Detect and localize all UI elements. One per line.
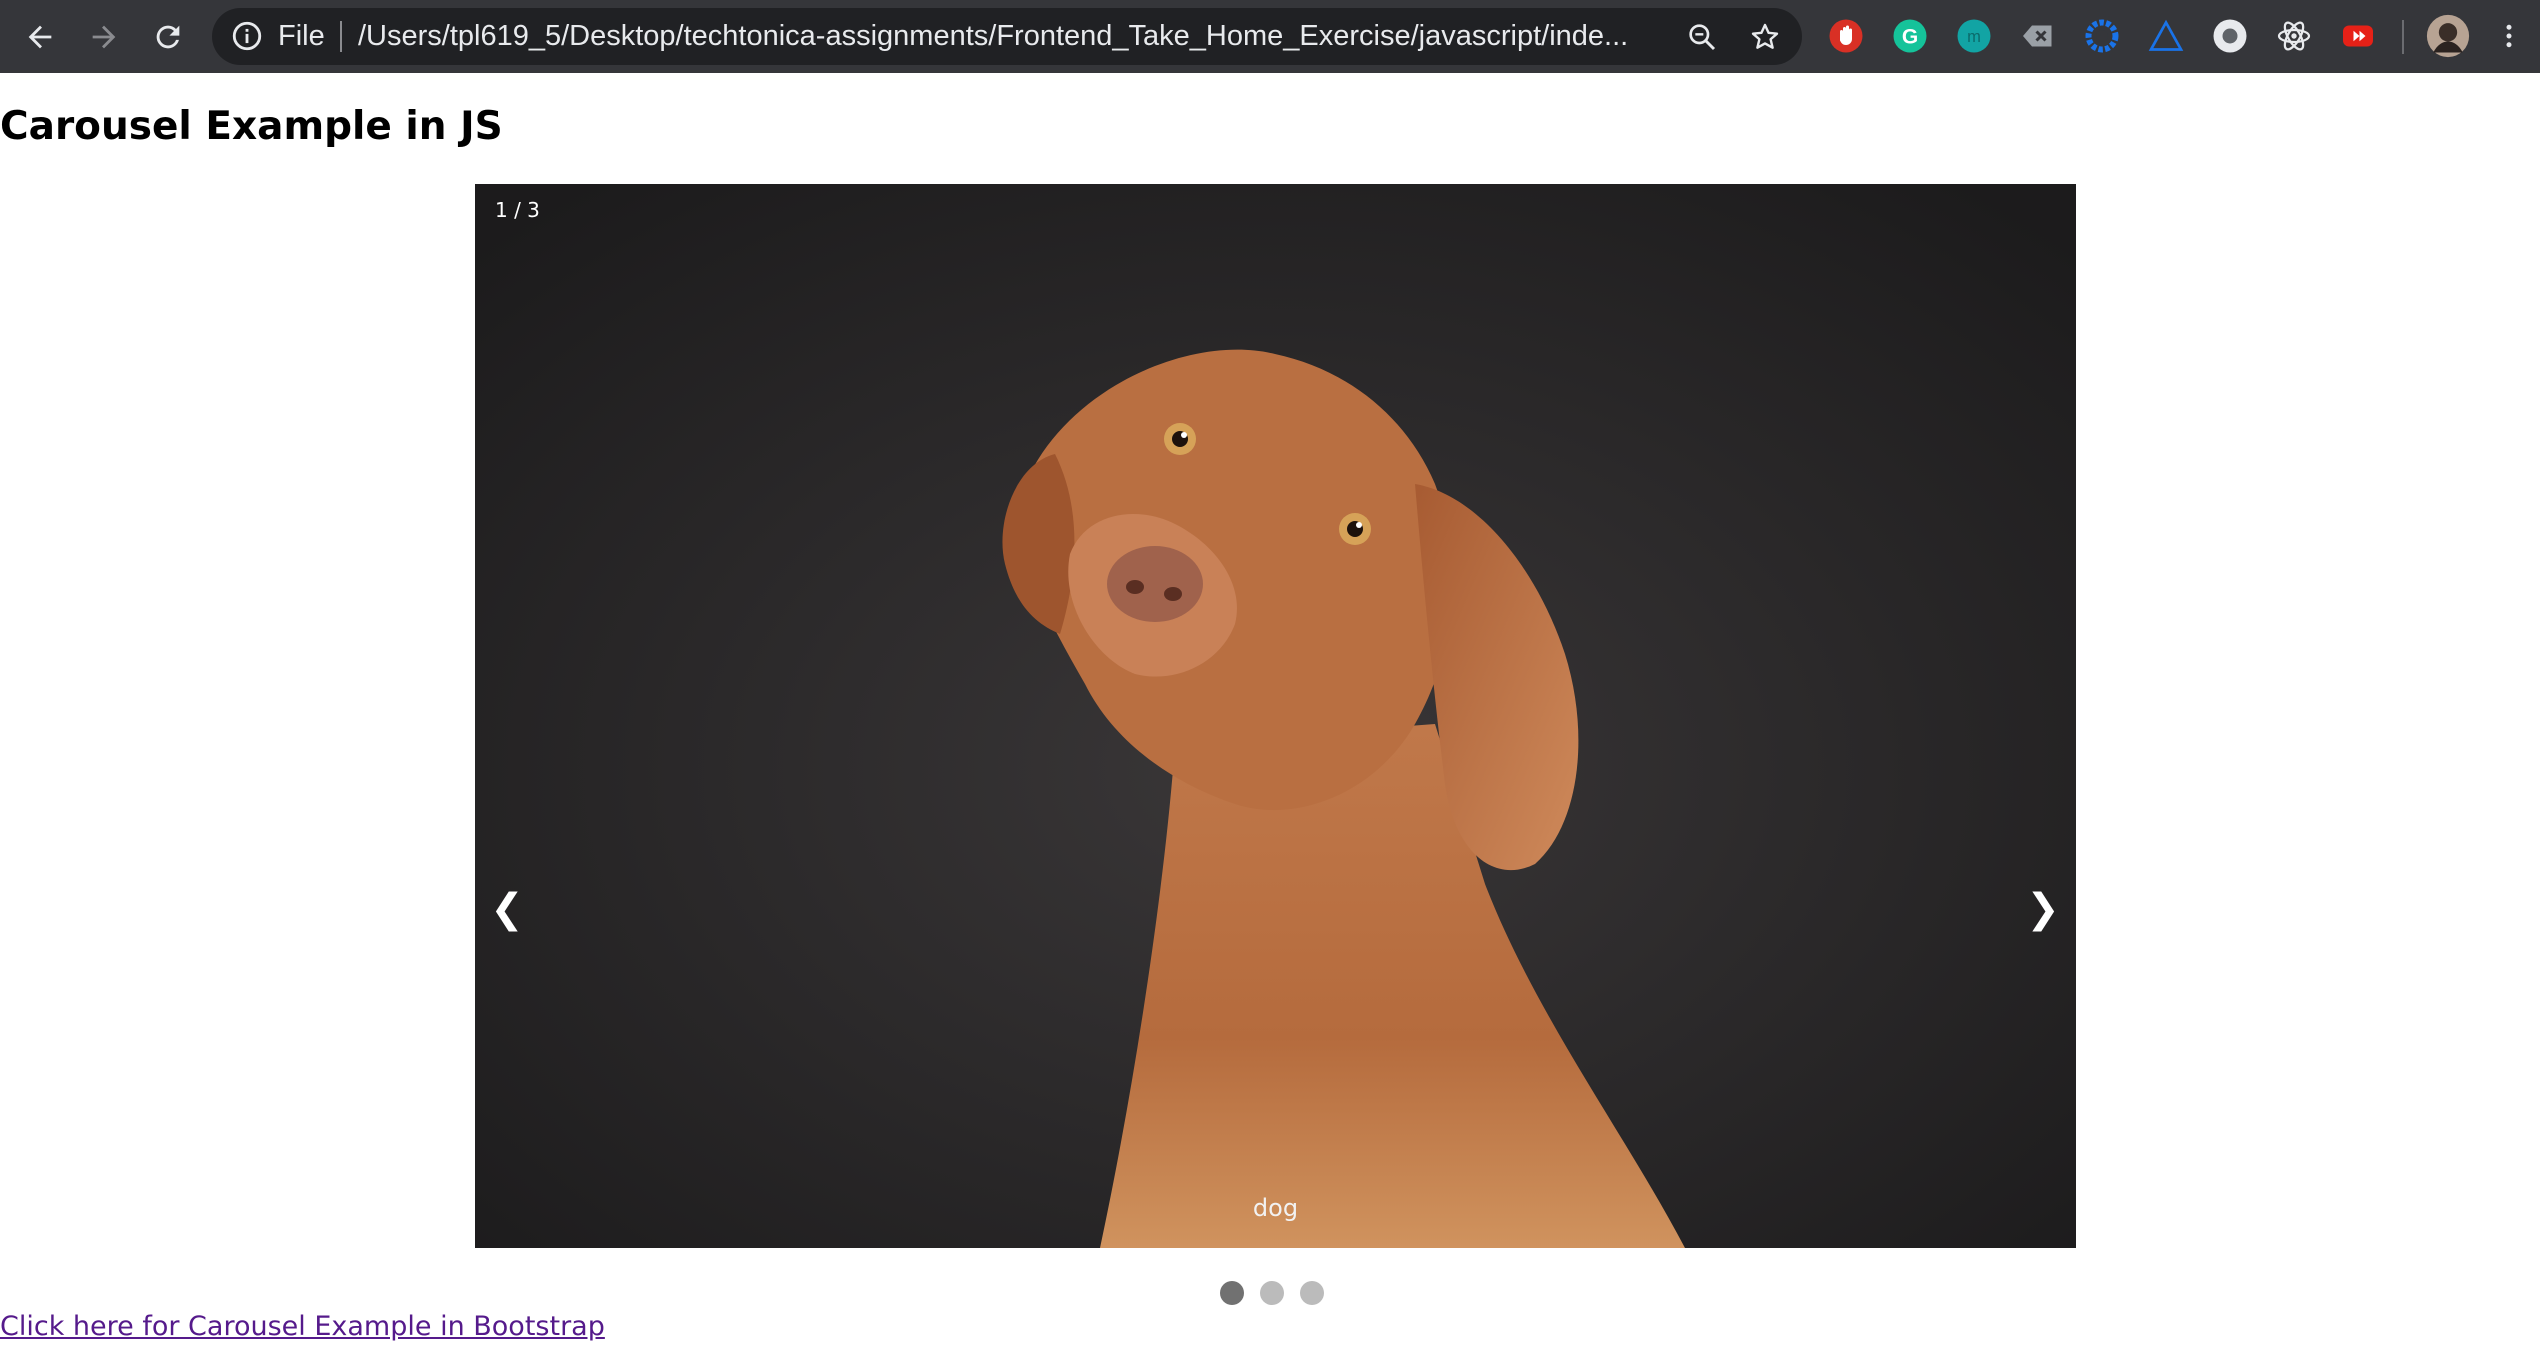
triangle-extension-icon[interactable] [2148,18,2184,54]
address-bar[interactable]: File /Users/tpl619_5/Desktop/techtonica-… [212,8,1802,65]
page-title: Carousel Example in JS [0,104,503,149]
indicator-dot-3[interactable] [1300,1281,1324,1305]
svg-text:m: m [1967,28,1981,46]
arrow-right-icon [92,25,116,49]
indicator-dot-2[interactable] [1260,1281,1284,1305]
carousel: 1 / 3 ❮ ❯ dog [475,184,2076,1248]
carousel-indicators [1220,1281,1324,1305]
omnibox-divider [340,21,342,52]
toolbar-divider [2402,20,2404,54]
svg-text:G: G [1902,26,1918,49]
react-devtools-extension-icon[interactable] [2276,18,2312,54]
slide-counter: 1 / 3 [495,198,540,222]
dog-photo [475,184,2076,1248]
youtube-extension-icon[interactable] [2340,18,2376,54]
slide-caption: dog [1252,1194,1299,1222]
mercury-extension-icon[interactable]: m [1956,18,1992,54]
clear-cache-extension-icon[interactable] [2020,18,2056,54]
reload-button[interactable] [141,10,195,64]
zoom-icon[interactable] [1686,21,1718,53]
info-icon[interactable] [230,19,264,53]
prev-slide-button[interactable]: ❮ [477,874,537,944]
blue-ring-extension-icon[interactable] [2084,18,2120,54]
stop-hand-extension-icon[interactable] [1828,18,1864,54]
scheme-label: File [278,20,325,52]
profile-avatar-icon[interactable] [2426,14,2470,58]
round-gray-extension-icon[interactable] [2212,18,2248,54]
next-slide-button[interactable]: ❯ [2013,874,2073,944]
grammarly-extension-icon[interactable]: G [1892,18,1928,54]
menu-kebab-icon[interactable] [2494,18,2524,54]
back-button[interactable] [13,10,67,64]
reload-icon [156,25,180,49]
url-text[interactable]: /Users/tpl619_5/Desktop/techtonica-assig… [358,8,1658,65]
bootstrap-carousel-link[interactable]: Click here for Carousel Example in Boots… [0,1311,605,1342]
indicator-dot-1[interactable] [1220,1281,1244,1305]
browser-toolbar: File /Users/tpl619_5/Desktop/techtonica-… [0,0,2540,73]
arrow-left-icon [28,25,52,49]
bookmark-star-icon[interactable] [1749,21,1781,53]
forward-button[interactable] [77,10,131,64]
